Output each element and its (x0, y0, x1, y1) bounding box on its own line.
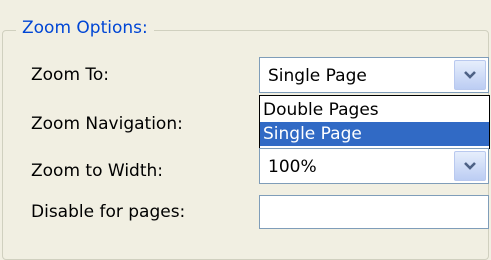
disable-for-pages-input[interactable] (259, 195, 489, 229)
dropdown-option-single-page[interactable]: Single Page (260, 122, 489, 146)
zoom-to-label: Zoom To: (31, 65, 110, 85)
disable-for-pages-label: Disable for pages: (31, 202, 186, 222)
zoom-to-dropdown-button[interactable] (454, 60, 486, 90)
chevron-down-icon (464, 162, 476, 170)
zoom-to-width-label: Zoom to Width: (31, 161, 163, 181)
zoom-navigation-label: Zoom Navigation: (31, 114, 183, 134)
chevron-down-icon (464, 71, 476, 79)
zoom-to-width-dropdown-button[interactable] (454, 151, 486, 181)
zoom-to-value: Single Page (268, 66, 367, 86)
zoom-to-width-select[interactable]: 100% (259, 148, 489, 184)
group-title: Zoom Options: (16, 16, 154, 40)
zoom-to-width-value: 100% (268, 157, 317, 177)
zoom-to-select[interactable]: Single Page (259, 57, 489, 93)
dropdown-option-double-pages[interactable]: Double Pages (260, 98, 489, 122)
zoom-to-dropdown-list: Double Pages Single Page (259, 95, 490, 149)
